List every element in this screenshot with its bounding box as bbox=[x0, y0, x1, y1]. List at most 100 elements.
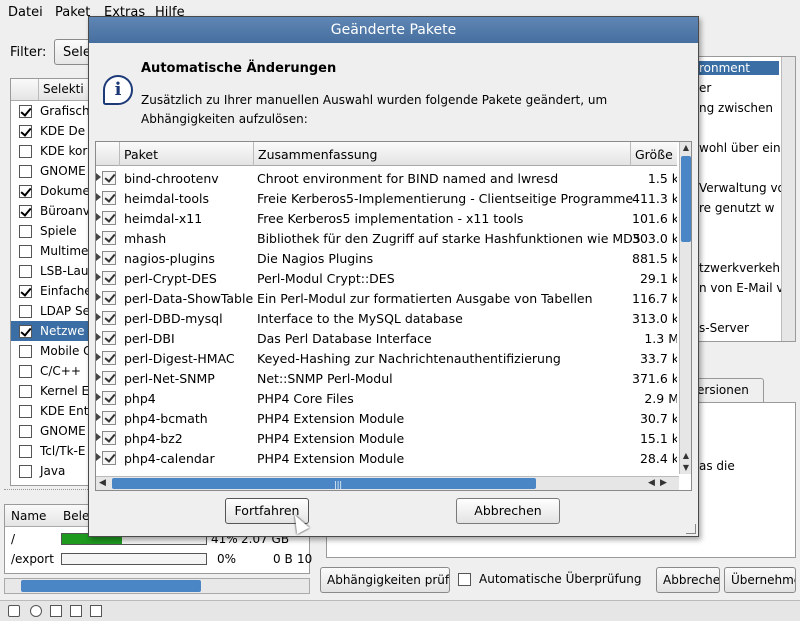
selection-item[interactable]: Spiele bbox=[11, 221, 89, 241]
menu-paket[interactable]: Paket bbox=[55, 5, 90, 20]
selection-checkbox[interactable] bbox=[19, 465, 32, 478]
selection-item[interactable]: Grafisch bbox=[11, 101, 89, 121]
scroll-right-icon[interactable]: ▶ bbox=[660, 477, 667, 490]
resize-grip-icon[interactable] bbox=[686, 524, 696, 534]
package-status-checkbox[interactable] bbox=[102, 371, 116, 385]
accept-button[interactable]: Übernehmen bbox=[724, 567, 796, 593]
table-horizontal-scrollbar[interactable]: ◀ ||| ◀ ▶ bbox=[96, 476, 679, 490]
selection-item[interactable]: Mobile C bbox=[11, 341, 89, 361]
selection-checkbox[interactable] bbox=[19, 325, 32, 338]
scroll-left-icon[interactable]: ◀ bbox=[99, 477, 106, 490]
selection-item[interactable]: KDE kor bbox=[11, 141, 89, 161]
selection-list-header[interactable]: Selekti bbox=[11, 79, 89, 101]
description-list-line[interactable]: tzwerkverkehr bbox=[699, 261, 785, 275]
selection-item[interactable]: KDE Ent bbox=[11, 401, 89, 421]
selection-checkbox[interactable] bbox=[19, 285, 32, 298]
selection-item[interactable]: KDE De bbox=[11, 121, 89, 141]
selection-item[interactable]: Kernel E bbox=[11, 381, 89, 401]
table-row[interactable]: perl-Digest-HMAC Keyed-Hashing zur Nachri… bbox=[96, 348, 677, 368]
table-vertical-scrollbar[interactable]: ▲ ▲ ▼ bbox=[679, 142, 691, 474]
check-dependencies-button[interactable]: Abhängigkeiten prüfen bbox=[320, 567, 450, 593]
dialog-title[interactable]: Geänderte Pakete bbox=[89, 17, 698, 43]
col-status[interactable] bbox=[96, 142, 120, 166]
table-row[interactable]: bind-chrootenv Chroot environment for BIN… bbox=[96, 168, 677, 188]
description-list-line[interactable]: wohl über ein bbox=[699, 141, 781, 155]
package-status-checkbox[interactable] bbox=[102, 191, 116, 205]
selection-checkbox[interactable] bbox=[19, 165, 32, 178]
package-status-checkbox[interactable] bbox=[102, 211, 116, 225]
selection-checkbox[interactable] bbox=[19, 185, 32, 198]
table-row[interactable]: perl-DBD-mysql Interface to the MySQL dat… bbox=[96, 308, 677, 328]
package-status-checkbox[interactable] bbox=[102, 391, 116, 405]
right-vertical-scrollbar[interactable] bbox=[781, 57, 795, 341]
table-row[interactable]: perl-Data-ShowTable Ein Perl-Modul zur fo… bbox=[96, 288, 677, 308]
selection-item[interactable]: Multime bbox=[11, 241, 89, 261]
col-summary[interactable]: Zusammenfassung bbox=[254, 142, 631, 166]
selection-item[interactable]: Java bbox=[11, 461, 89, 481]
selection-checkbox[interactable] bbox=[19, 245, 32, 258]
disk-col-name[interactable]: Name bbox=[11, 509, 46, 523]
scroll-up-icon[interactable]: ▲ bbox=[681, 142, 691, 154]
selection-checkbox[interactable] bbox=[19, 365, 32, 378]
selection-item[interactable]: GNOME bbox=[11, 421, 89, 441]
selection-checkbox[interactable] bbox=[19, 345, 32, 358]
scrollbar-thumb[interactable] bbox=[681, 156, 691, 242]
selection-checkbox[interactable] bbox=[19, 385, 32, 398]
selection-item[interactable]: Tcl/Tk-E bbox=[11, 441, 89, 461]
table-row[interactable]: perl-Crypt-DES Perl-Modul Crypt::DES 29.1 … bbox=[96, 268, 677, 288]
scrollbar-thumb[interactable]: ||| bbox=[112, 478, 536, 489]
package-status-checkbox[interactable] bbox=[102, 451, 116, 465]
main-cancel-button[interactable]: Abbrechen bbox=[656, 567, 720, 593]
package-status-checkbox[interactable] bbox=[102, 431, 116, 445]
description-list-line[interactable]: ronment bbox=[695, 61, 779, 75]
disk-col-used[interactable]: Bele bbox=[63, 509, 89, 523]
description-list-line[interactable]: n von E-Mail v bbox=[699, 281, 784, 295]
selection-item[interactable]: Einfache bbox=[11, 281, 89, 301]
auto-check-checkbox[interactable] bbox=[458, 573, 471, 586]
package-status-checkbox[interactable] bbox=[102, 331, 116, 345]
package-status-checkbox[interactable] bbox=[102, 411, 116, 425]
menu-datei[interactable]: Datei bbox=[8, 5, 43, 20]
scroll-up-icon[interactable]: ▲ bbox=[681, 450, 691, 462]
selection-checkbox[interactable] bbox=[19, 105, 32, 118]
selection-item[interactable]: LSB-Lau bbox=[11, 261, 89, 281]
selection-item[interactable]: Dokume bbox=[11, 181, 89, 201]
description-list-line[interactable]: ng zwischen bbox=[699, 101, 773, 115]
table-row[interactable]: heimdal-tools Freie Kerberos5-Implementie… bbox=[96, 188, 677, 208]
table-row[interactable]: php4-bcmath PHP4 Extension Module 30.7 k bbox=[96, 408, 677, 428]
selection-checkbox[interactable] bbox=[19, 125, 32, 138]
table-row[interactable]: mhash Bibliothek für den Zugriff auf star… bbox=[96, 228, 677, 248]
description-list-line[interactable]: Verwaltung vo bbox=[699, 181, 785, 195]
table-row[interactable]: nagios-plugins Die Nagios Plugins 881.5 k bbox=[96, 248, 677, 268]
selection-item[interactable]: Büroanv bbox=[11, 201, 89, 221]
scroll-left-icon[interactable]: ◀ bbox=[648, 477, 655, 490]
scroll-down-icon[interactable]: ▼ bbox=[681, 462, 691, 474]
selection-checkbox[interactable] bbox=[19, 225, 32, 238]
package-status-checkbox[interactable] bbox=[102, 351, 116, 365]
package-status-checkbox[interactable] bbox=[102, 271, 116, 285]
selection-checkbox[interactable] bbox=[19, 445, 32, 458]
selection-checkbox[interactable] bbox=[19, 405, 32, 418]
disk-horizontal-scrollbar[interactable] bbox=[4, 578, 310, 594]
selection-checkbox[interactable] bbox=[19, 145, 32, 158]
description-list-line[interactable]: er bbox=[699, 81, 711, 95]
package-status-checkbox[interactable] bbox=[102, 291, 116, 305]
col-size[interactable]: Größe bbox=[631, 142, 677, 166]
table-row[interactable]: php4-calendar PHP4 Extension Module 28.4 k bbox=[96, 448, 677, 468]
selection-item[interactable]: GNOME bbox=[11, 161, 89, 181]
selection-item[interactable]: Netzwe bbox=[11, 321, 89, 341]
selection-checkbox[interactable] bbox=[19, 425, 32, 438]
selection-checkbox[interactable] bbox=[19, 265, 32, 278]
table-row[interactable]: php4 PHP4 Core Files 2.9 M bbox=[96, 388, 677, 408]
left-panel-splitter[interactable] bbox=[4, 489, 88, 495]
scrollbar-thumb[interactable] bbox=[21, 580, 201, 592]
selection-item[interactable]: C/C++ bbox=[11, 361, 89, 381]
package-status-checkbox[interactable] bbox=[102, 311, 116, 325]
package-status-checkbox[interactable] bbox=[102, 171, 116, 185]
selection-checkbox[interactable] bbox=[19, 305, 32, 318]
selection-item[interactable]: LDAP Se bbox=[11, 301, 89, 321]
col-package[interactable]: Paket bbox=[120, 142, 254, 166]
package-status-checkbox[interactable] bbox=[102, 231, 116, 245]
table-row[interactable]: perl-Net-SNMP Net::SNMP Perl-Modul 371.6 k bbox=[96, 368, 677, 388]
description-list-line[interactable]: re genutzt w bbox=[699, 201, 774, 215]
